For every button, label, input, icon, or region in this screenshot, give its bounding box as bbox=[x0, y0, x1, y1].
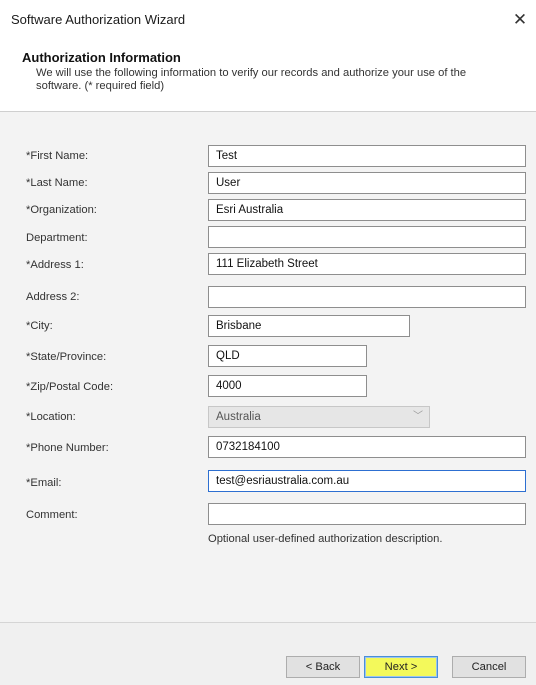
comment-input[interactable] bbox=[208, 503, 526, 525]
window-title: Software Authorization Wizard bbox=[11, 12, 186, 27]
zip-label: *Zip/Postal Code: bbox=[26, 381, 114, 393]
department-label: Department: bbox=[26, 232, 88, 244]
first-name-input[interactable] bbox=[208, 145, 526, 167]
last-name-label: *Last Name: bbox=[26, 177, 88, 189]
state-input[interactable] bbox=[208, 345, 367, 367]
address1-label: *Address 1: bbox=[26, 259, 84, 271]
phone-label: *Phone Number: bbox=[26, 442, 109, 454]
state-label: *State/Province: bbox=[26, 351, 107, 363]
title-bar: Software Authorization Wizard ✕ bbox=[0, 0, 536, 40]
city-input[interactable] bbox=[208, 315, 410, 337]
address2-label: Address 2: bbox=[26, 291, 80, 303]
cancel-button[interactable]: Cancel bbox=[452, 656, 526, 678]
header-panel: Authorization Information We will use th… bbox=[0, 48, 536, 110]
organization-label: *Organization: bbox=[26, 204, 97, 216]
address2-input[interactable] bbox=[208, 286, 526, 308]
address1-input[interactable] bbox=[208, 253, 526, 275]
phone-input[interactable] bbox=[208, 436, 526, 458]
email-label: *Email: bbox=[26, 477, 62, 489]
first-name-label: *First Name: bbox=[26, 150, 89, 162]
comment-label: Comment: bbox=[26, 509, 78, 521]
organization-input[interactable] bbox=[208, 199, 526, 221]
close-icon[interactable]: ✕ bbox=[508, 8, 532, 32]
comment-hint: Optional user-defined authorization desc… bbox=[208, 533, 443, 545]
zip-input[interactable] bbox=[208, 375, 367, 397]
department-input[interactable] bbox=[208, 226, 526, 248]
next-button[interactable]: Next > bbox=[364, 656, 438, 678]
back-button[interactable]: < Back bbox=[286, 656, 360, 678]
city-label: *City: bbox=[26, 320, 53, 332]
last-name-input[interactable] bbox=[208, 172, 526, 194]
section-description: We will use the following information to… bbox=[36, 67, 467, 92]
section-title: Authorization Information bbox=[22, 50, 181, 65]
location-dropdown[interactable]: Australia ﹀ bbox=[208, 406, 430, 428]
location-value: Australia bbox=[216, 411, 261, 423]
location-label: *Location: bbox=[26, 411, 76, 423]
email-input[interactable] bbox=[208, 470, 526, 492]
chevron-down-icon: ﹀ bbox=[413, 411, 423, 422]
authorization-wizard-window: Software Authorization Wizard ✕ Authoriz… bbox=[0, 0, 536, 685]
